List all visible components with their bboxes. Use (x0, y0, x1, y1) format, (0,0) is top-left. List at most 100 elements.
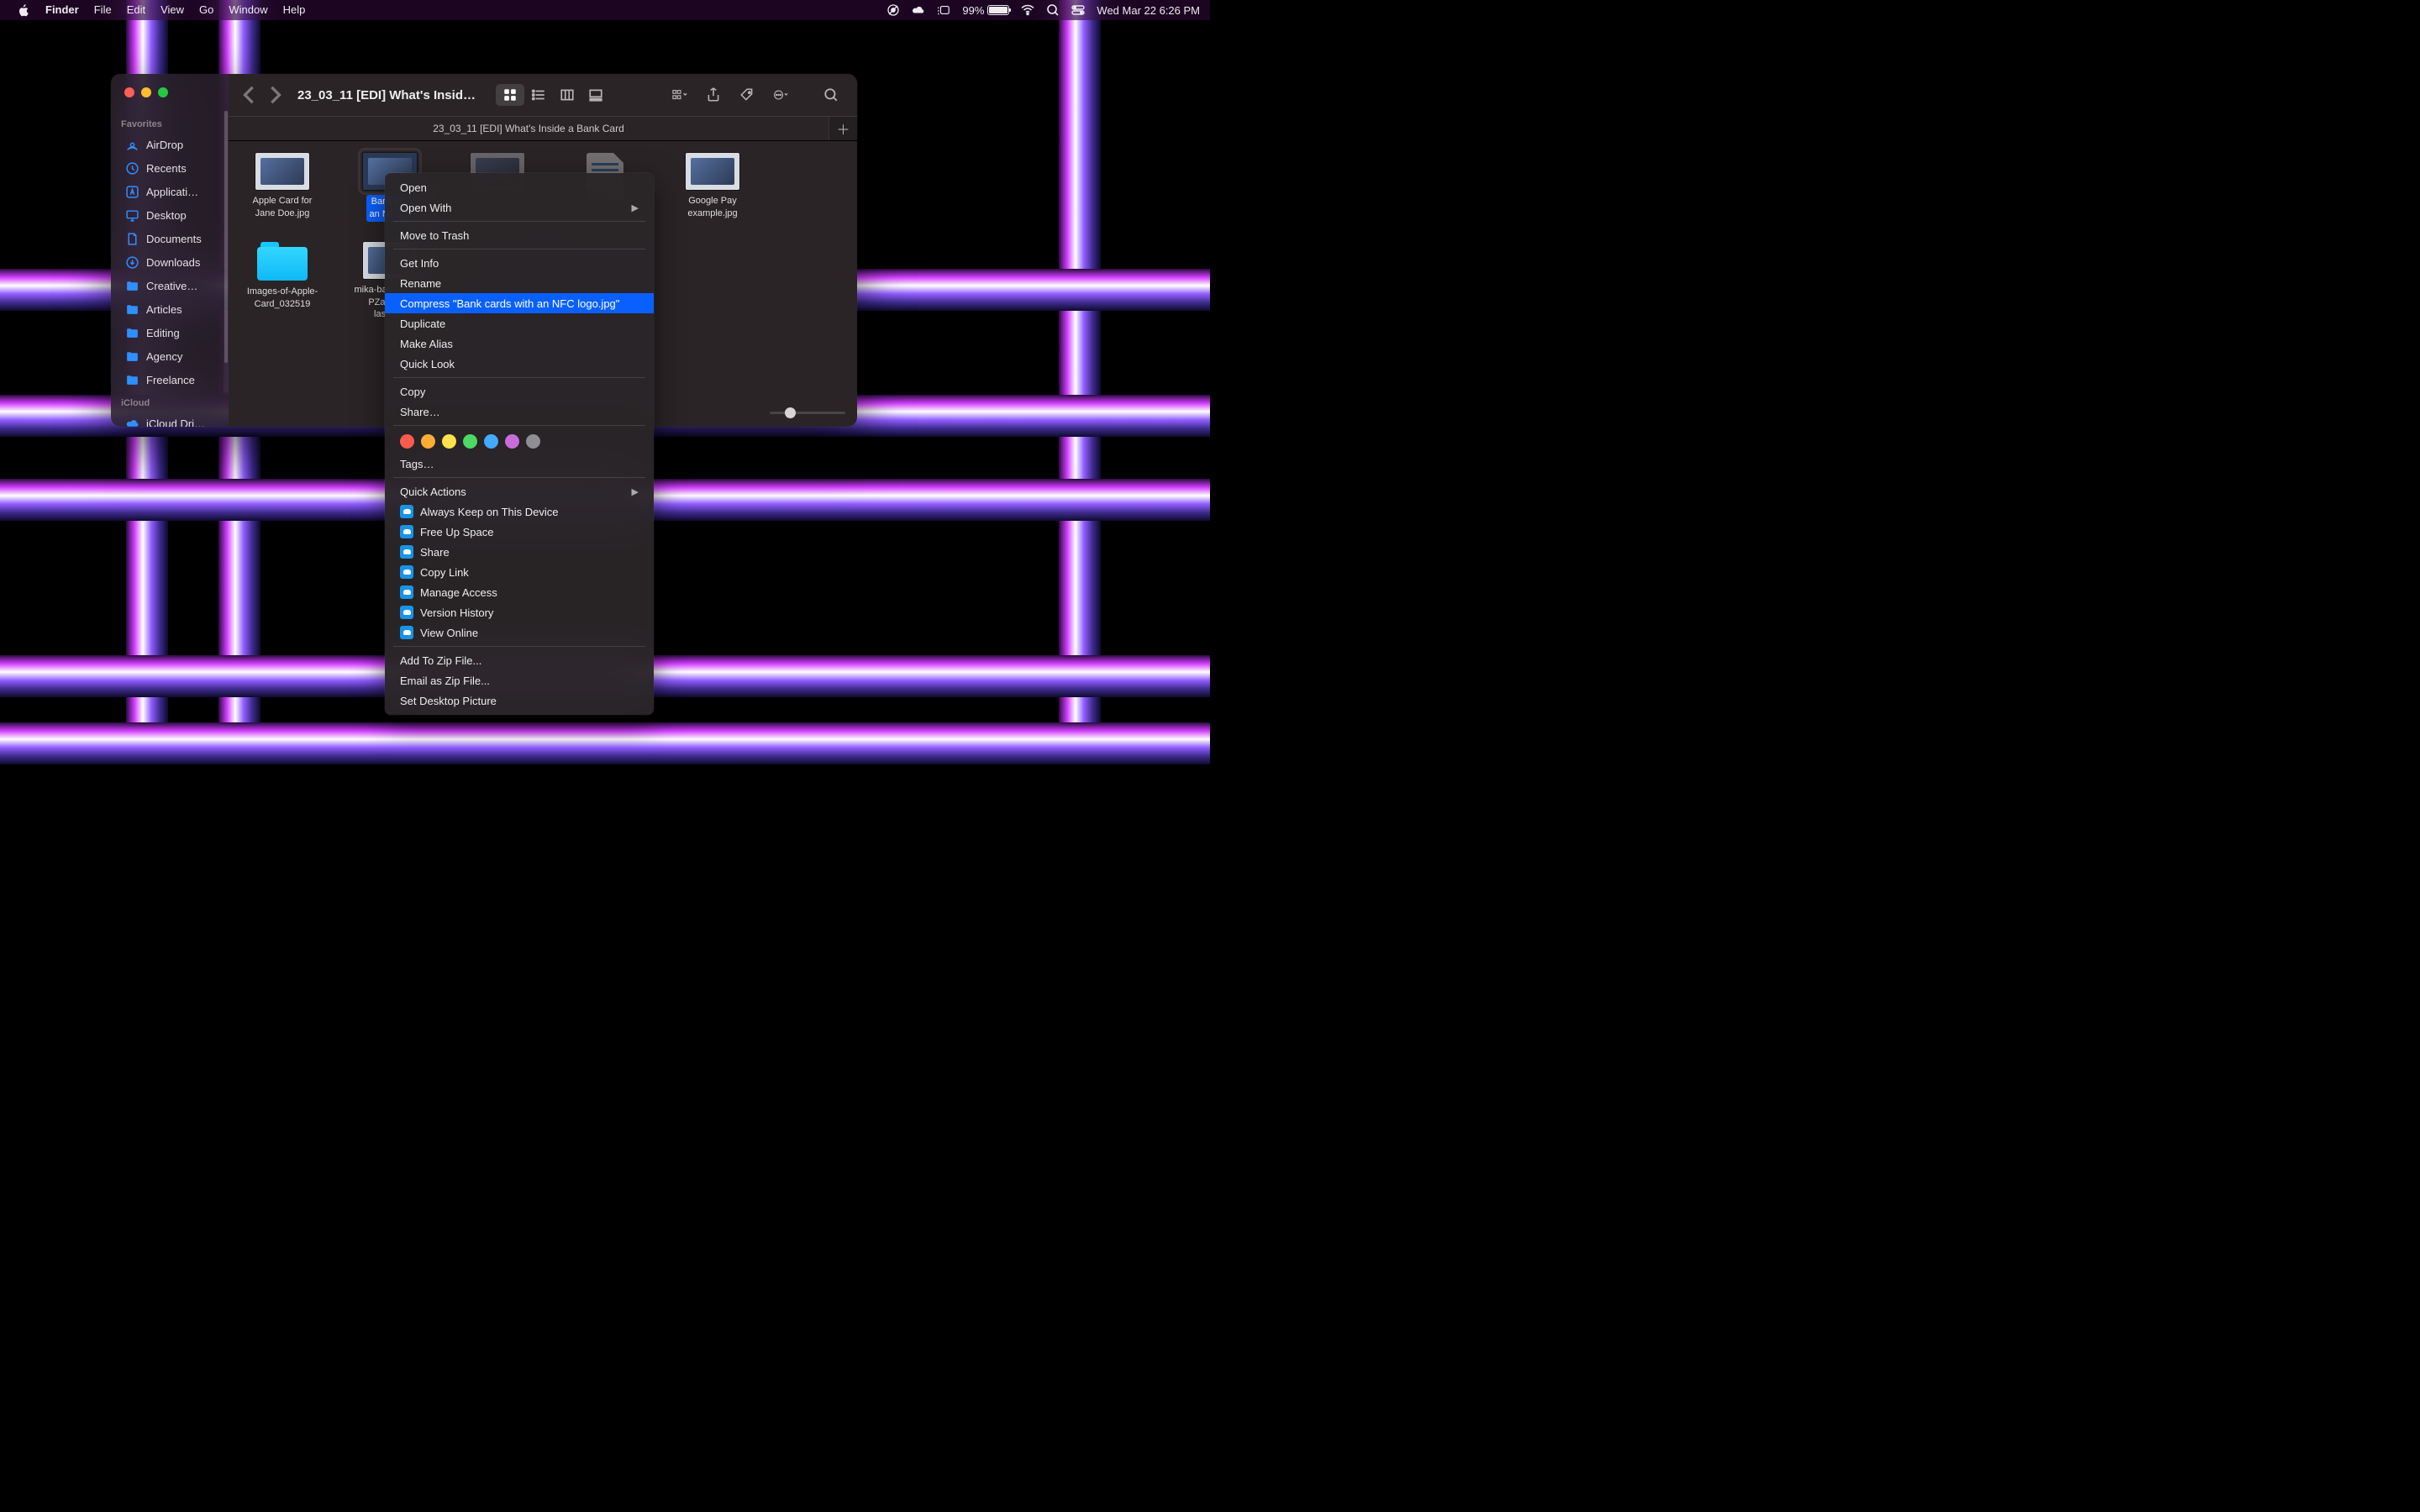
menu-item-label: Set Desktop Picture (400, 695, 497, 707)
view-list-button[interactable] (524, 84, 553, 106)
sidebar-item[interactable]: Downloads (116, 250, 224, 274)
status-battery[interactable]: 99% (962, 4, 1009, 17)
sidebar-item[interactable]: Applicati… (116, 180, 224, 203)
sidebar-item-label: Articles (146, 303, 182, 316)
file-item[interactable]: Images-of-Apple-Card_032519 (245, 242, 319, 322)
menu-item[interactable]: Compress "Bank cards with an NFC logo.jp… (385, 293, 654, 313)
menu-item-label: Free Up Space (420, 526, 493, 538)
apple-menu[interactable] (10, 4, 38, 17)
menu-item[interactable]: Tags… (385, 454, 654, 474)
sidebar-item[interactable]: Creative… (116, 274, 224, 297)
sidebar-item[interactable]: iCloud Dri… (116, 412, 224, 427)
sidebar-item[interactable]: Recents (116, 156, 224, 180)
tag-color[interactable] (526, 434, 540, 449)
minimize-button[interactable] (141, 87, 151, 97)
status-screenrec-icon[interactable] (886, 3, 900, 17)
status-spotlight-icon[interactable] (1046, 3, 1060, 17)
status-cloud-icon[interactable] (912, 3, 925, 17)
sidebar-item-label: Editing (146, 327, 180, 339)
sidebar-item[interactable]: Freelance (116, 368, 224, 391)
menu-window[interactable]: Window (221, 0, 275, 20)
menu-item[interactable]: View Online (385, 622, 654, 643)
search-button[interactable] (817, 84, 845, 106)
menu-item[interactable]: Set Desktop Picture (385, 690, 654, 711)
menu-item[interactable]: Open (385, 177, 654, 197)
tag-color[interactable] (505, 434, 519, 449)
menu-item-label: Rename (400, 277, 441, 290)
sidebar-item[interactable]: Agency (116, 344, 224, 368)
share-button[interactable] (699, 84, 728, 106)
menu-item-label: Compress "Bank cards with an NFC logo.jp… (400, 297, 619, 310)
back-button[interactable] (240, 85, 259, 105)
status-datetime[interactable]: Wed Mar 22 6:26 PM (1097, 4, 1200, 17)
menu-separator (393, 221, 645, 222)
battery-percent: 99% (962, 4, 984, 17)
menu-item-label: Make Alias (400, 338, 453, 350)
menu-item[interactable]: Duplicate (385, 313, 654, 333)
zoom-button[interactable] (158, 87, 168, 97)
sidebar-item[interactable]: Articles (116, 297, 224, 321)
menu-item[interactable]: Manage Access (385, 582, 654, 602)
icon-size-slider[interactable] (770, 407, 845, 418)
status-controlcenter-icon[interactable] (1071, 3, 1085, 17)
tag-color-row (385, 429, 654, 454)
tags-button[interactable] (733, 84, 761, 106)
menu-item[interactable]: Share (385, 542, 654, 562)
menu-item[interactable]: Quick Look (385, 354, 654, 374)
new-tab-button[interactable]: ＋ (829, 117, 857, 140)
close-button[interactable] (124, 87, 134, 97)
menu-separator (393, 477, 645, 478)
status-wifi-icon[interactable] (1021, 3, 1034, 17)
menu-item[interactable]: Quick Actions▶ (385, 481, 654, 501)
menu-view[interactable]: View (153, 0, 192, 20)
cloud-icon (400, 525, 413, 538)
forward-button[interactable] (266, 85, 284, 105)
menu-item[interactable]: Version History (385, 602, 654, 622)
sidebar-item[interactable]: Documents (116, 227, 224, 250)
file-label: Apple Card for Jane Doe.jpg (245, 195, 319, 220)
tab[interactable]: 23_03_11 [EDI] What's Inside a Bank Card (229, 117, 829, 140)
sidebar-item-icon (124, 416, 139, 427)
menu-item[interactable]: Move to Trash (385, 225, 654, 245)
menu-item-label: Share (420, 546, 450, 559)
file-item[interactable]: Google Pay example.jpg (676, 153, 750, 222)
tag-color[interactable] (463, 434, 477, 449)
menu-item[interactable]: Email as Zip File... (385, 670, 654, 690)
tag-color[interactable] (400, 434, 414, 449)
menu-edit[interactable]: Edit (119, 0, 153, 20)
menu-item[interactable]: Get Info (385, 253, 654, 273)
action-button[interactable] (766, 84, 795, 106)
menu-item[interactable]: Add To Zip File... (385, 650, 654, 670)
menu-item-label: Email as Zip File... (400, 675, 490, 687)
file-item[interactable]: Apple Card for Jane Doe.jpg (245, 153, 319, 222)
menu-item[interactable]: Free Up Space (385, 522, 654, 542)
menu-help[interactable]: Help (276, 0, 313, 20)
menu-item[interactable]: Always Keep on This Device (385, 501, 654, 522)
cloud-icon (400, 565, 413, 579)
app-menu[interactable]: Finder (38, 0, 87, 20)
group-button[interactable] (666, 84, 694, 106)
menu-item-label: Always Keep on This Device (420, 506, 559, 518)
cloud-icon (400, 606, 413, 619)
tag-color[interactable] (484, 434, 498, 449)
menu-go[interactable]: Go (192, 0, 221, 20)
menu-item[interactable]: Share… (385, 402, 654, 422)
menu-item[interactable]: Open With▶ (385, 197, 654, 218)
menu-file[interactable]: File (87, 0, 119, 20)
view-gallery-button[interactable] (581, 84, 610, 106)
sidebar-item[interactable]: Desktop (116, 203, 224, 227)
sidebar-item-label: Applicati… (146, 186, 198, 198)
tag-color[interactable] (442, 434, 456, 449)
menu-item[interactable]: Copy (385, 381, 654, 402)
sidebar-item[interactable]: AirDrop (116, 133, 224, 156)
view-columns-button[interactable] (553, 84, 581, 106)
menu-item[interactable]: Make Alias (385, 333, 654, 354)
view-icons-button[interactable] (496, 84, 524, 106)
tag-color[interactable] (421, 434, 435, 449)
menu-item[interactable]: Rename (385, 273, 654, 293)
sidebar-item-label: Downloads (146, 256, 200, 269)
menu-item[interactable]: Copy Link (385, 562, 654, 582)
menu-item-label: Copy Link (420, 566, 469, 579)
sidebar-item[interactable]: Editing (116, 321, 224, 344)
status-stagemanager-icon[interactable] (937, 3, 950, 17)
